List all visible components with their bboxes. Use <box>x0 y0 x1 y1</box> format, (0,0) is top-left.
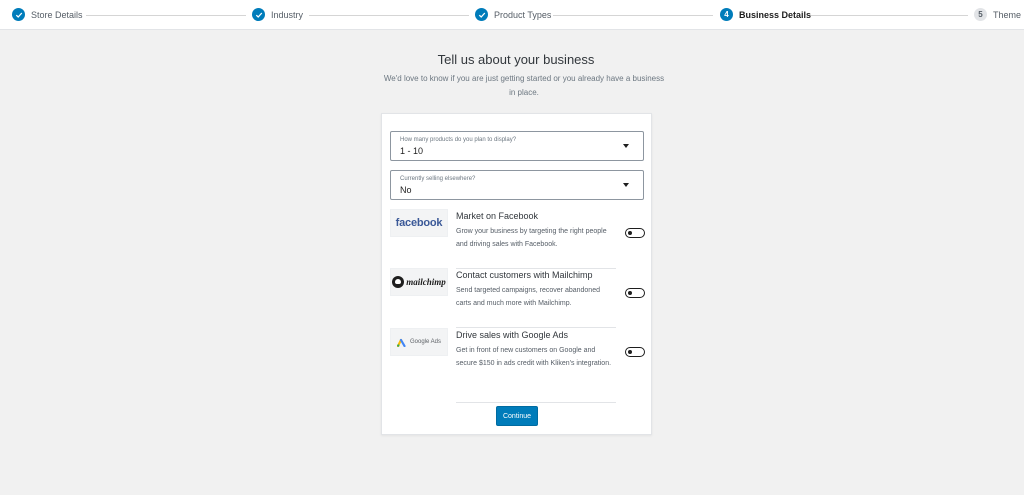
step-label: Product Types <box>494 9 552 20</box>
step-theme: 5 Theme <box>974 8 1021 21</box>
google-ads-icon <box>396 338 406 347</box>
page-subtitle: We'd love to know if you are just gettin… <box>383 74 665 97</box>
extension-facebook: facebook Market on Facebook Grow your bu… <box>390 209 616 269</box>
divider <box>456 402 616 403</box>
step-label: Theme <box>993 9 1022 20</box>
mailchimp-toggle[interactable] <box>625 288 645 298</box>
step-connector <box>86 15 246 16</box>
mailchimp-logo-text: mailchimp <box>406 277 446 287</box>
select-value: No <box>400 185 412 195</box>
extension-title: Contact customers with Mailchimp <box>456 270 593 280</box>
facebook-toggle[interactable] <box>625 228 645 238</box>
toggle-knob <box>628 230 632 235</box>
step-store-details[interactable]: Store Details <box>12 8 83 21</box>
select-value: 1 - 10 <box>400 146 424 156</box>
toggle-knob <box>628 349 632 354</box>
checkmark-icon <box>12 8 25 21</box>
google-ads-toggle[interactable] <box>625 347 645 357</box>
mailchimp-icon <box>392 276 405 288</box>
step-label: Business Details <box>739 9 812 20</box>
step-connector <box>808 15 968 16</box>
products-count-select[interactable]: How many products do you plan to display… <box>390 131 644 161</box>
step-number: 4 <box>720 8 733 21</box>
step-label: Store Details <box>31 9 83 20</box>
continue-button[interactable]: Continue <box>496 406 538 426</box>
step-connector <box>553 15 713 16</box>
checkmark-icon <box>475 8 488 21</box>
page-title: Tell us about your business <box>437 52 595 67</box>
progress-stepper: Store Details Industry Product Types 4 B… <box>0 0 1024 30</box>
extension-title: Drive sales with Google Ads <box>456 330 569 340</box>
extension-description: Send targeted campaigns, recover abandon… <box>456 287 600 307</box>
extension-mailchimp: mailchimp Contact customers with Mailchi… <box>390 268 616 328</box>
business-details-card: How many products do you plan to display… <box>381 113 652 435</box>
facebook-logo: facebook <box>390 209 448 237</box>
select-label: How many products do you plan to display… <box>400 137 517 143</box>
extension-description: Get in front of new customers on Google … <box>456 347 612 367</box>
select-label: Currently selling elsewhere? <box>400 176 476 182</box>
step-number: 5 <box>974 8 987 21</box>
google-ads-logo-text: Google Ads <box>409 339 442 345</box>
step-product-types[interactable]: Product Types <box>475 8 551 21</box>
selling-elsewhere-select[interactable]: Currently selling elsewhere? No <box>390 170 644 200</box>
toggle-knob <box>628 290 632 295</box>
step-label: Industry <box>271 9 304 20</box>
mailchimp-logo: mailchimp <box>390 268 448 296</box>
extension-title: Market on Facebook <box>456 211 539 221</box>
checkmark-icon <box>252 8 265 21</box>
facebook-logo-text: facebook <box>395 217 443 229</box>
google-ads-logo: Google Ads <box>390 328 448 356</box>
extension-description: Grow your business by targeting the righ… <box>456 228 607 248</box>
extension-google-ads: Google Ads Drive sales with Google Ads G… <box>390 328 616 403</box>
step-connector <box>309 15 469 16</box>
step-industry[interactable]: Industry <box>252 8 303 21</box>
caret-down-icon <box>623 144 629 148</box>
caret-down-icon <box>623 183 629 187</box>
step-business-details: 4 Business Details <box>720 8 811 21</box>
